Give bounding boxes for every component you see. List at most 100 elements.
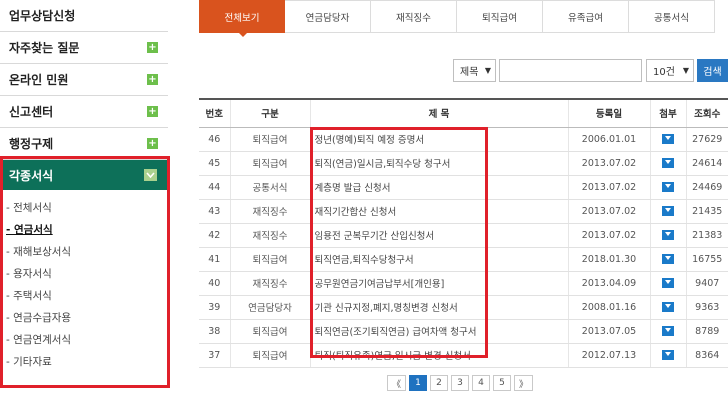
page-button-3[interactable]: 3 — [451, 375, 469, 391]
tab-contribution[interactable]: 재직징수 — [371, 0, 457, 33]
row-views: 8364 — [685, 343, 728, 368]
tab-pension-manager[interactable]: 연금담당자 — [285, 0, 371, 33]
page-button-1[interactable]: 1 — [409, 375, 427, 391]
row-attachment — [649, 295, 686, 320]
row-views: 27629 — [685, 127, 728, 152]
page-size-select[interactable]: 10건 ▼ — [646, 59, 694, 82]
submenu-item-other-materials[interactable]: - 기타자료 — [0, 350, 168, 372]
row-attachment — [649, 175, 686, 200]
download-icon[interactable] — [662, 278, 674, 288]
chevron-down-icon: ▼ — [484, 66, 491, 75]
row-category: 퇴직급여 — [229, 319, 310, 344]
row-title-link[interactable]: 임용전 군복무기간 산입신청서 — [309, 223, 568, 248]
row-date: 2013.04.09 — [567, 271, 650, 296]
column-header-number: 번호 — [199, 98, 230, 128]
download-icon[interactable] — [662, 206, 674, 216]
row-title-link[interactable]: 정년(명예)퇴직 예정 증명서 — [309, 127, 568, 152]
row-attachment — [649, 271, 686, 296]
submenu-item-pension-link-forms[interactable]: - 연금연계서식 — [0, 328, 168, 350]
page-size-select-value: 10건 — [653, 67, 675, 78]
category-tabs: 전체보기 연금담당자 재직징수 퇴직급여 유족급여 공통서식 — [199, 0, 728, 37]
sidebar-item-admin-relief[interactable]: 행정구제 + — [0, 128, 168, 160]
row-attachment — [649, 151, 686, 176]
row-date: 2006.01.01 — [567, 127, 650, 152]
row-number: 40 — [199, 271, 230, 296]
page-button-2[interactable]: 2 — [430, 375, 448, 391]
row-number: 41 — [199, 247, 230, 272]
sidebar: 업무상담신청 자주찾는 질문 + 온라인 민원 + 신고센터 + 행정구제 + … — [0, 0, 170, 400]
sidebar-item-label: 행정구제 — [9, 137, 54, 151]
row-date: 2013.07.02 — [567, 175, 650, 200]
row-title-link[interactable]: 공무원연금기여금납부서[개인용] — [309, 271, 568, 296]
page-button-4[interactable]: 4 — [472, 375, 490, 391]
row-views: 16755 — [685, 247, 728, 272]
row-category: 연금담당자 — [229, 295, 310, 320]
page-button-5[interactable]: 5 — [493, 375, 511, 391]
row-category: 공통서식 — [229, 175, 310, 200]
submenu-item-housing-forms[interactable]: - 주택서식 — [0, 284, 168, 306]
sidebar-item-faq[interactable]: 자주찾는 질문 + — [0, 32, 168, 64]
sidebar-item-consultation[interactable]: 업무상담신청 — [0, 0, 168, 32]
row-category: 퇴직급여 — [229, 151, 310, 176]
download-icon[interactable] — [662, 350, 674, 360]
submenu-item-loan-forms[interactable]: - 용자서식 — [0, 262, 168, 284]
row-attachment — [649, 199, 686, 224]
row-category: 퇴직급여 — [229, 247, 310, 272]
page-first-button[interactable]: 《 — [387, 375, 406, 391]
plus-icon[interactable]: + — [147, 138, 158, 149]
submenu-item-pensioner-forms[interactable]: - 연금수급자용 — [0, 306, 168, 328]
tab-retirement-benefit[interactable]: 퇴직급여 — [457, 0, 543, 33]
table-row: 41 퇴직급여 퇴직연금,퇴직수당청구서 2018.01.30 16755 — [199, 247, 728, 272]
row-date: 2012.07.13 — [567, 343, 650, 368]
submenu-item-all-forms[interactable]: - 전체서식 — [0, 196, 168, 218]
table-row: 38 퇴직급여 퇴직연금(조기퇴직연금) 급여차액 청구서 2013.07.05… — [199, 319, 728, 344]
download-icon[interactable] — [662, 158, 674, 168]
search-input[interactable] — [499, 59, 642, 82]
tab-common-forms[interactable]: 공통서식 — [629, 0, 715, 33]
tab-survivor-benefit[interactable]: 유족급여 — [543, 0, 629, 33]
row-title-link[interactable]: 재직기간합산 신청서 — [309, 199, 568, 224]
plus-icon[interactable]: + — [147, 106, 158, 117]
table-header-row: 번호 구분 제 목 등록일 첨부 조회수 — [199, 98, 728, 128]
chevron-down-icon[interactable] — [144, 169, 157, 181]
submenu-item-disaster-compensation[interactable]: - 재해보상서식 — [0, 240, 168, 262]
submenu-item-pension-forms[interactable]: - 연금서식 — [0, 218, 168, 240]
sidebar-item-forms[interactable]: 각종서식 — [0, 160, 168, 190]
row-date: 2013.07.02 — [567, 199, 650, 224]
search-button[interactable]: 검색 — [697, 59, 728, 82]
sidebar-item-report-center[interactable]: 신고센터 + — [0, 96, 168, 128]
row-title-link[interactable]: 기관 신규지정,폐지,명칭변경 신청서 — [309, 295, 568, 320]
row-title-link[interactable]: 퇴직연금,퇴직수당청구서 — [309, 247, 568, 272]
search-field-select[interactable]: 제목 ▼ — [453, 59, 496, 82]
plus-icon[interactable]: + — [147, 74, 158, 85]
column-header-attachment: 첨부 — [649, 98, 686, 128]
sidebar-item-label: 각종서식 — [9, 168, 54, 183]
sidebar-item-online-petition[interactable]: 온라인 민원 + — [0, 64, 168, 96]
plus-icon[interactable]: + — [147, 42, 158, 53]
sidebar-item-label: 업무상담신청 — [9, 9, 76, 23]
row-date: 2018.01.30 — [567, 247, 650, 272]
download-icon[interactable] — [662, 302, 674, 312]
tab-all[interactable]: 전체보기 — [199, 0, 285, 37]
column-header-title: 제 목 — [309, 98, 568, 128]
sidebar-submenu: - 전체서식 - 연금서식 - 재해보상서식 - 용자서식 - 주택서식 - 연… — [0, 196, 168, 372]
row-views: 9407 — [685, 271, 728, 296]
page-last-button[interactable]: 》 — [514, 375, 533, 391]
row-views: 21383 — [685, 223, 728, 248]
download-icon[interactable] — [662, 134, 674, 144]
row-title-link[interactable]: 퇴직(퇴직유족)연금,일시금 변경 신청서 — [309, 343, 568, 368]
chevron-down-icon — [146, 172, 155, 178]
download-icon[interactable] — [662, 182, 674, 192]
row-views: 9363 — [685, 295, 728, 320]
row-attachment — [649, 247, 686, 272]
row-title-link[interactable]: 퇴직연금(조기퇴직연금) 급여차액 청구서 — [309, 319, 568, 344]
download-icon[interactable] — [662, 254, 674, 264]
table-row: 43 재직징수 재직기간합산 신청서 2013.07.02 21435 — [199, 199, 728, 224]
row-title-link[interactable]: 계층명 발급 신청서 — [309, 175, 568, 200]
download-icon[interactable] — [662, 326, 674, 336]
row-category: 재직징수 — [229, 223, 310, 248]
row-date: 2008.01.16 — [567, 295, 650, 320]
download-icon[interactable] — [662, 230, 674, 240]
row-title-link[interactable]: 퇴직(연금)일시금,퇴직수당 청구서 — [309, 151, 568, 176]
column-header-views: 조회수 — [685, 98, 728, 128]
